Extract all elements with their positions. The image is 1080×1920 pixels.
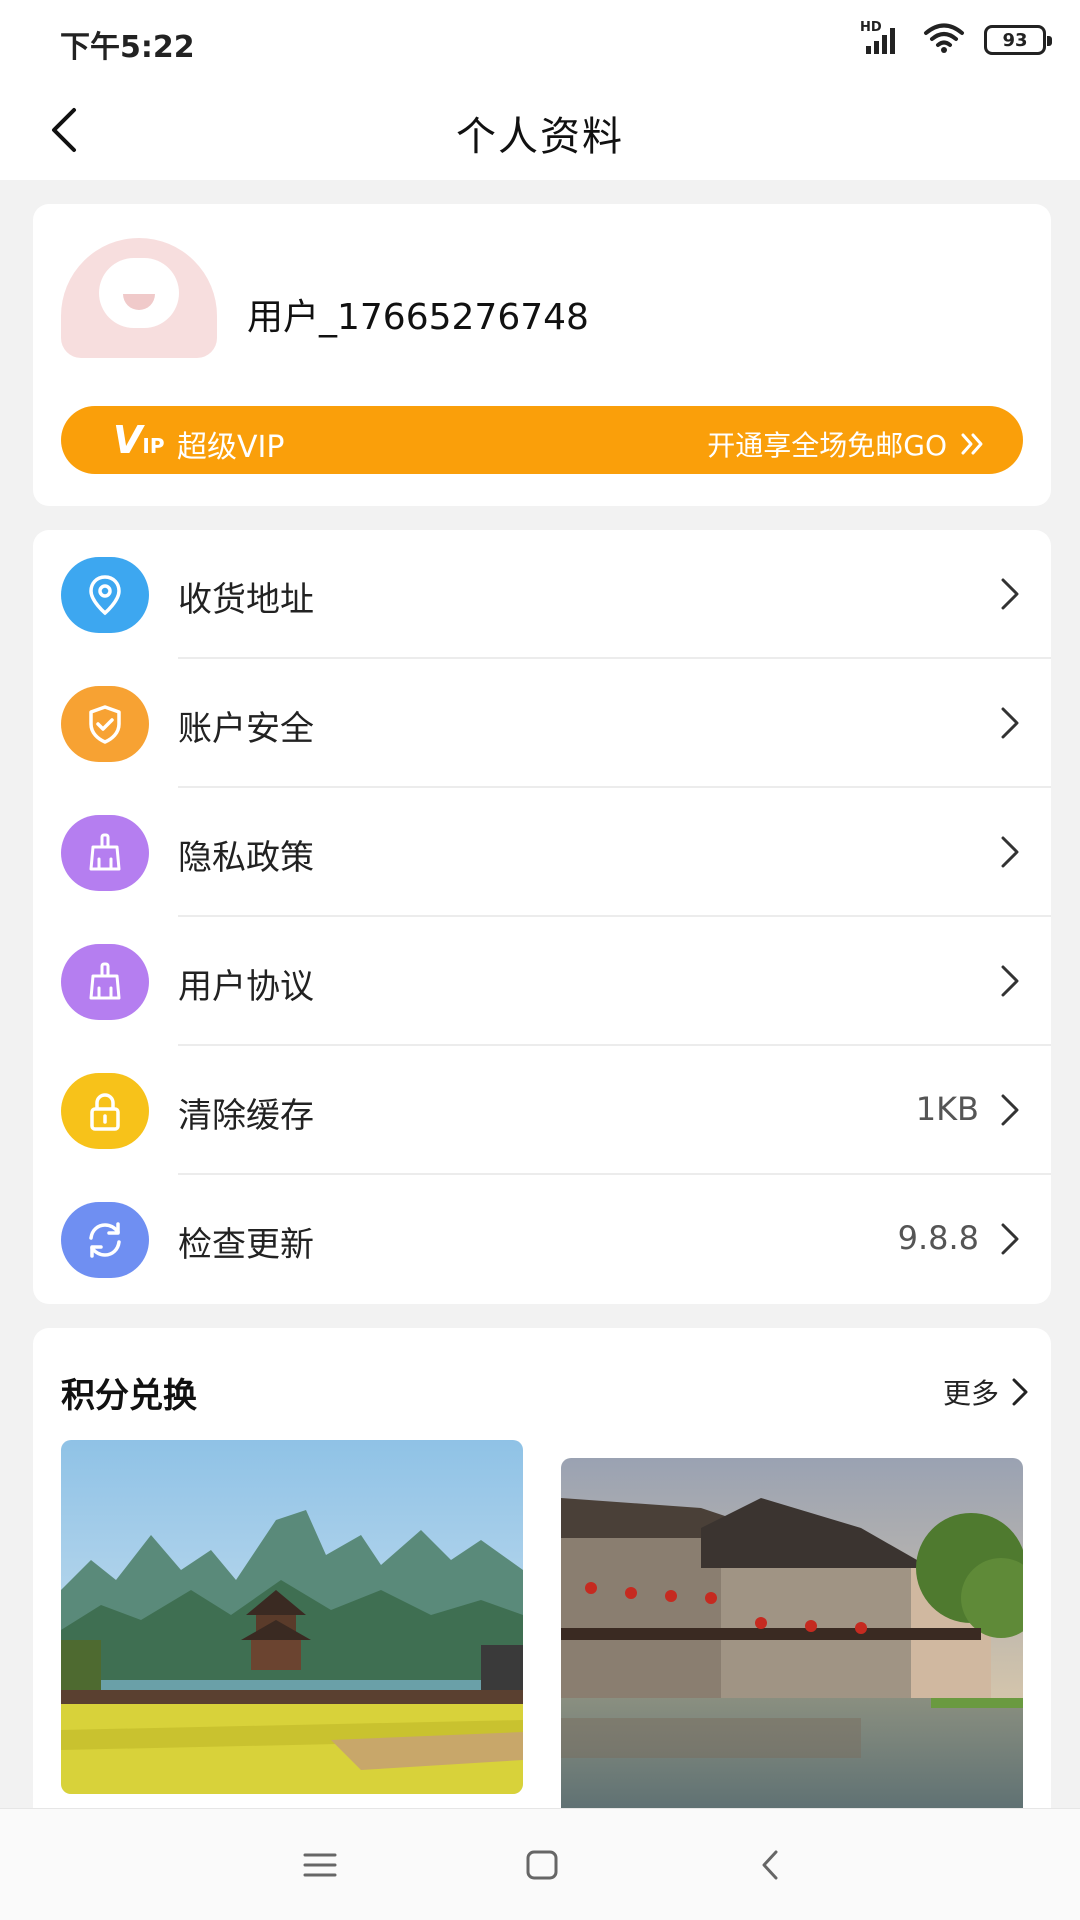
landscape-mountains-image xyxy=(61,1440,523,1794)
menu-item-account-security[interactable]: 账户安全 xyxy=(33,659,1051,788)
location-pin-icon xyxy=(61,557,149,633)
chevron-right-icon xyxy=(1001,1223,1019,1255)
chevron-right-icon xyxy=(1001,836,1019,868)
menu-item-user-agreement[interactable]: 用户协议 xyxy=(33,917,1051,1046)
chevron-right-icon xyxy=(1012,1378,1028,1406)
menu-item-check-update[interactable]: 检查更新 9.8.8 xyxy=(33,1175,1051,1304)
menu-item-label: 隐私政策 xyxy=(178,838,314,878)
chevron-right-icon xyxy=(1001,578,1019,610)
double-chevron-right-icon xyxy=(961,433,983,455)
header: 个人资料 xyxy=(0,80,1080,180)
refresh-icon xyxy=(61,1202,149,1278)
more-link-label: 更多 xyxy=(942,1377,999,1410)
cellular-signal-icon: HD xyxy=(860,20,904,56)
water-town-image xyxy=(561,1458,1023,1818)
menu-item-address[interactable]: 收货地址 xyxy=(33,530,1051,659)
menu-item-label: 检查更新 xyxy=(178,1225,314,1265)
avatar[interactable] xyxy=(61,238,217,358)
chevron-left-icon xyxy=(762,1850,778,1880)
menu-item-privacy-policy[interactable]: 隐私政策 xyxy=(33,788,1051,917)
broom-icon xyxy=(61,944,149,1020)
version-value: 9.8.8 xyxy=(897,1219,979,1257)
avatar-face-shape xyxy=(99,258,179,328)
vip-banner[interactable]: VIP 超级VIP 开通享全场免邮GO xyxy=(61,406,1023,474)
menu-lines-icon xyxy=(303,1853,337,1877)
vip-promo-text: 开通享全场免邮GO xyxy=(707,429,947,462)
vip-logo-main: V xyxy=(113,418,143,462)
chevron-right-icon xyxy=(1001,965,1019,997)
wifi-icon xyxy=(922,22,966,58)
status-bar: 下午5:22 HD 93 xyxy=(0,0,1080,80)
exchange-item-image[interactable] xyxy=(561,1458,1023,1818)
menu-item-label: 清除缓存 xyxy=(178,1096,314,1136)
shield-check-icon xyxy=(61,686,149,762)
more-link[interactable]: 更多 xyxy=(943,1372,1031,1412)
settings-menu: 收货地址 账户安全 隐私政策 用户协议 清除缓存 1KB 检查更新 9.8.8 xyxy=(33,530,1051,1304)
username: 用户_17665276748 xyxy=(247,297,589,338)
status-icons: HD 93 xyxy=(860,20,1052,58)
battery-indicator: 93 xyxy=(984,25,1052,55)
menu-item-label: 收货地址 xyxy=(178,580,314,620)
vip-logo: VIP xyxy=(113,418,165,462)
menu-item-clear-cache[interactable]: 清除缓存 1KB xyxy=(33,1046,1051,1175)
home-button[interactable] xyxy=(516,1839,568,1891)
lock-icon xyxy=(61,1073,149,1149)
menu-item-label: 账户安全 xyxy=(178,709,314,749)
system-navigation-bar xyxy=(0,1808,1080,1920)
chevron-right-icon xyxy=(1001,707,1019,739)
status-time: 下午5:22 xyxy=(60,30,195,65)
chevron-right-icon xyxy=(1001,1094,1019,1126)
system-back-button[interactable] xyxy=(744,1839,796,1891)
vip-title: 超级VIP xyxy=(177,430,285,465)
profile-card: 用户_17665276748 VIP 超级VIP 开通享全场免邮GO xyxy=(33,204,1051,506)
home-square-icon xyxy=(526,1850,558,1880)
section-title: 积分兑换 xyxy=(61,1376,197,1416)
page-title: 个人资料 xyxy=(456,114,624,160)
cache-size-value: 1KB xyxy=(915,1090,979,1128)
vip-logo-sub: IP xyxy=(142,434,165,458)
menu-button[interactable] xyxy=(294,1839,346,1891)
broom-icon xyxy=(61,815,149,891)
vip-promo: 开通享全场免邮GO xyxy=(707,424,987,464)
menu-item-label: 用户协议 xyxy=(178,967,314,1007)
exchange-item-image[interactable] xyxy=(61,1440,523,1794)
